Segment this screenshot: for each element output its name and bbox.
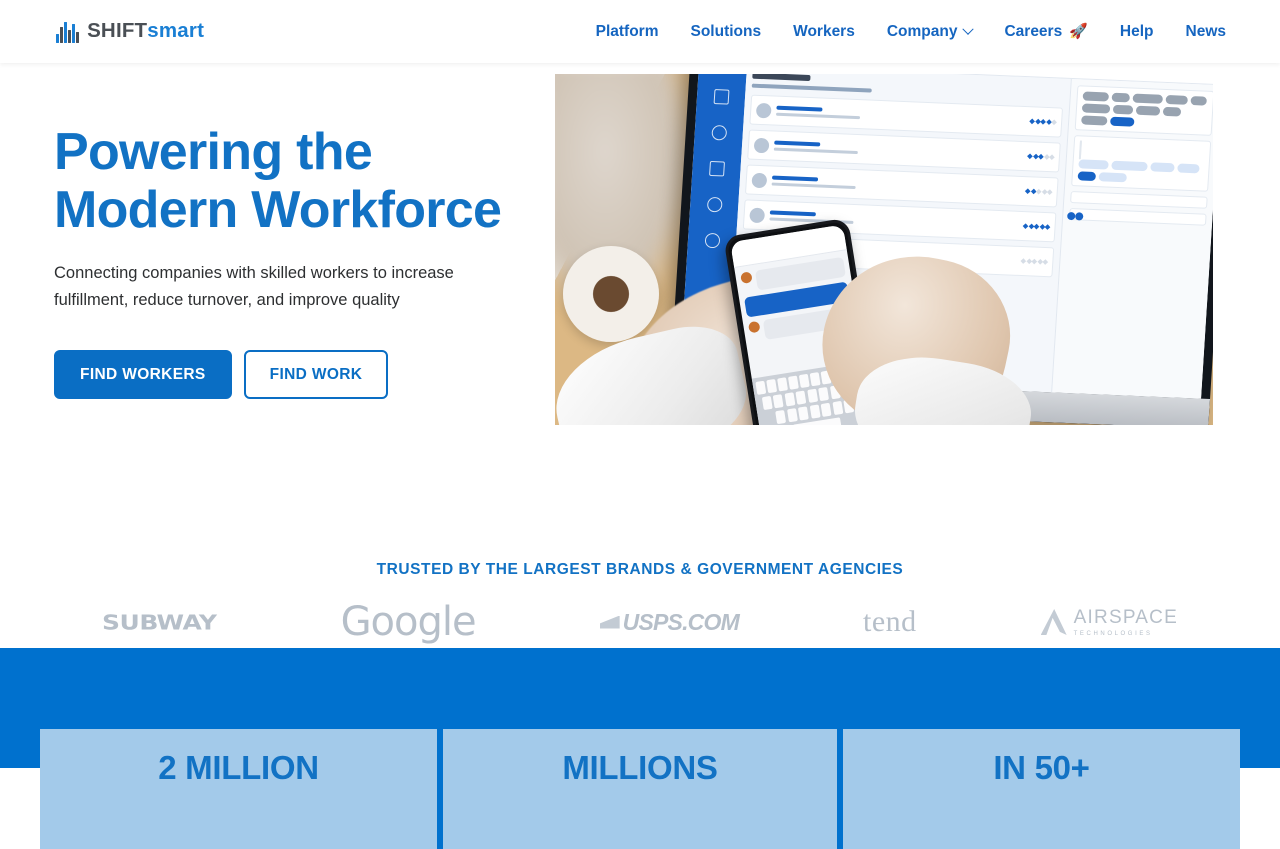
stats-row: 2 MILLION MILLIONS IN 50+ [40, 729, 1240, 849]
rating-stars [1029, 118, 1057, 126]
nav-item-workers[interactable]: Workers [777, 15, 871, 49]
hero-actions: FIND WORKERS FIND WORK [54, 349, 524, 400]
pool-results-count [751, 83, 872, 93]
nav-label-careers: Careers [1004, 22, 1063, 40]
rating-stars [1024, 188, 1053, 195]
rating-stars [1022, 223, 1051, 230]
avatar [747, 320, 761, 334]
partner-info [771, 175, 1021, 196]
avatar [751, 172, 768, 188]
nav-item-news[interactable]: News [1170, 15, 1243, 49]
logo-text-smart: smart [147, 19, 205, 43]
hero-section: Powering the Modern Workforce Connecting… [0, 63, 1280, 648]
role-tags [1077, 159, 1203, 185]
find-workers-button[interactable]: FIND WORKERS [54, 349, 232, 400]
hero-copy: Powering the Modern Workforce Connecting… [54, 123, 524, 400]
logo-wordmark: SHIFTsmart [87, 21, 204, 42]
nav-item-company[interactable]: Company [871, 15, 989, 49]
partner-rating-card [1067, 207, 1207, 226]
shiftsmart-bars-logo-icon [56, 21, 80, 43]
hero-subtitle: Connecting companies with skilled worker… [54, 264, 454, 309]
filters-panel [1051, 78, 1213, 399]
airspace-a-icon [1040, 609, 1067, 635]
subway-logo-text: SUBWAY [102, 610, 217, 634]
settings-icon [704, 232, 720, 249]
logo-link[interactable]: SHIFTsmart [56, 21, 204, 43]
airspace-subtitle: TECHNOLOGIES [1073, 631, 1153, 637]
usps-logo: USPS.COM [599, 608, 740, 636]
filter-tags [1081, 91, 1208, 129]
rating-stars [1020, 258, 1049, 265]
coffee-cup [563, 246, 659, 342]
usps-eagle-icon [599, 615, 620, 629]
nav-label-help: Help [1119, 22, 1154, 40]
avatar [755, 102, 772, 118]
shifts-icon [713, 89, 730, 105]
partner-info [775, 105, 1025, 126]
logo-text-shift: SHIFT [87, 19, 148, 43]
nav-item-platform[interactable]: Platform [580, 15, 675, 49]
nav-label-platform: Platform [595, 22, 659, 40]
hero-title-line-1: Powering the [54, 123, 373, 181]
hero-title-line-2: Modern Workforce [54, 181, 502, 240]
trusted-by-title: TRUSTED BY THE LARGEST BRANDS & GOVERNME… [376, 561, 904, 578]
avatar [740, 271, 753, 284]
usps-logo-text: USPS.COM [622, 608, 740, 635]
avatar [753, 137, 770, 153]
airspace-name: AIRSPACE [1073, 607, 1178, 628]
page-title: Powering the Modern Workforce [54, 123, 524, 239]
stat-card: 2 MILLION [40, 729, 440, 849]
stats-section: 2 MILLION MILLIONS IN 50+ [0, 648, 1280, 849]
filters-card [1074, 85, 1213, 136]
brand-logo-subway: SUBWAY [102, 596, 217, 648]
certs-card [1070, 191, 1208, 209]
avatar [749, 207, 766, 223]
pool-results-heading [752, 74, 811, 82]
reports-icon [706, 196, 723, 213]
airspace-logo: AIRSPACE TECHNOLOGIES [1040, 607, 1178, 637]
nav-label-company: Company [886, 22, 958, 40]
site-header: SHIFTsmart Platform Solutions Workers Co… [0, 0, 1280, 63]
find-work-button[interactable]: FIND WORK [243, 349, 389, 400]
airspace-logo-text: AIRSPACE TECHNOLOGIES [1074, 607, 1178, 637]
brand-logo-tend: tend [863, 596, 917, 648]
brand-logo-usps: USPS.COM [599, 596, 740, 648]
tend-logo-text: tend [862, 605, 917, 638]
google-logo-text: Google [340, 599, 477, 645]
roles-card [1071, 135, 1212, 192]
nav-label-workers: Workers [793, 22, 855, 40]
main-navigation: Platform Solutions Workers Company Caree… [580, 15, 1242, 49]
brand-logo-airspace: AIRSPACE TECHNOLOGIES [1040, 596, 1178, 648]
nav-item-careers[interactable]: Careers 🚀 [988, 15, 1103, 49]
stat-card: MILLIONS [440, 729, 840, 849]
stat-card: IN 50+ [840, 729, 1240, 849]
partner-info [773, 140, 1023, 161]
hero-image [555, 74, 1213, 425]
partners-icon [710, 124, 727, 141]
roles-search-input[interactable] [1078, 140, 1083, 160]
chevron-down-icon [962, 23, 975, 35]
brand-logos: SUBWAY Google USPS.COM tend AIRSPACE TEC… [40, 596, 1240, 648]
pools-icon [708, 160, 725, 177]
brand-logo-google: Google [340, 596, 477, 648]
nav-item-help[interactable]: Help [1104, 15, 1170, 49]
nav-label-solutions: Solutions [690, 22, 762, 40]
rocket-icon: 🚀 [1069, 23, 1088, 40]
nav-item-solutions[interactable]: Solutions [674, 15, 777, 49]
rating-stars [1027, 153, 1055, 161]
nav-label-news: News [1185, 22, 1227, 40]
